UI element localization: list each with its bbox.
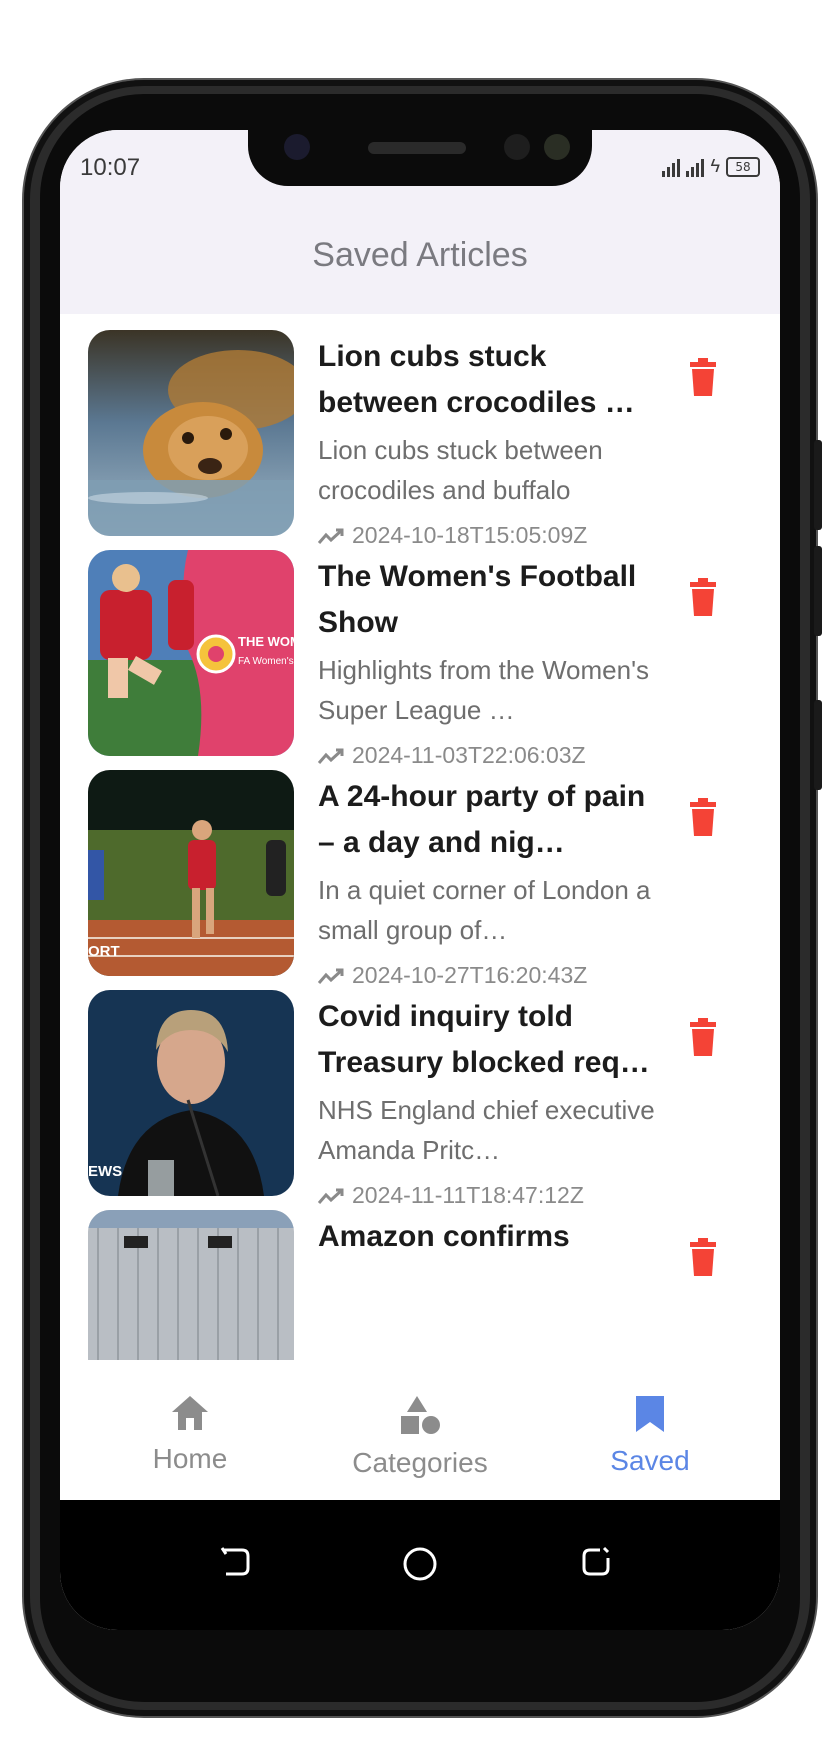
battery-icon: 58 — [726, 156, 760, 177]
nav-categories[interactable]: Categories — [310, 1394, 530, 1479]
delete-icon[interactable] — [688, 358, 718, 398]
article-thumbnail[interactable] — [88, 1210, 294, 1360]
article-title[interactable]: The Women's Football Show — [318, 554, 668, 646]
article-title[interactable]: A 24-hour party of pain – a day and nig… — [318, 774, 668, 866]
status-time: 10:07 — [80, 154, 141, 181]
bookmark-icon — [636, 1396, 664, 1432]
delete-icon[interactable] — [688, 1238, 718, 1278]
nav-saved[interactable]: Saved — [540, 1394, 760, 1477]
charging-icon: ϟ — [710, 156, 720, 176]
article-date-text: 2024-10-27T16:20:43Z — [352, 962, 588, 988]
delete-icon[interactable] — [688, 1018, 718, 1058]
article-thumbnail[interactable]: THE WOMEN'S FOOTBALL FA Women's — [88, 550, 294, 756]
article-date: 2024-10-27T16:20:43Z — [318, 962, 668, 989]
article-title[interactable]: Lion cubs stuck between crocodiles … — [318, 334, 668, 426]
app-screen: 10:07 ϟ 58 Saved Articles Lion cubs stuc… — [60, 130, 780, 1630]
article-date: 2024-10-18T15:05:09Z — [318, 522, 668, 549]
app-bar: 10:07 ϟ 58 Saved Articles — [60, 130, 780, 314]
saved-articles-list[interactable]: Lion cubs stuck between crocodiles … Lio… — [60, 314, 780, 1360]
article-date-text: 2024-10-18T15:05:09Z — [352, 522, 588, 548]
sensor-icon — [504, 134, 530, 160]
thumb-text: EWS — [88, 1163, 122, 1180]
secondary-camera-icon — [544, 134, 570, 160]
article-date: 2024-11-03T22:06:03Z — [318, 742, 668, 769]
page-title: Saved Articles — [312, 236, 528, 274]
nav-categories-label: Categories — [352, 1447, 488, 1478]
trending-icon — [318, 528, 344, 544]
article-thumbnail[interactable] — [88, 330, 294, 536]
article-date: 2024-11-11T18:47:12Z — [318, 1182, 668, 1209]
bottom-navigation: Home Categories Saved — [60, 1360, 780, 1500]
signal-icon — [662, 157, 681, 177]
article-item[interactable]: THE WOMEN'S FOOTBALL FA Women's The Wome… — [88, 550, 768, 770]
thumb-text: ORT — [88, 943, 120, 960]
article-item[interactable]: Amazon confirms — [88, 1210, 768, 1360]
status-icons: ϟ 58 — [662, 156, 760, 177]
trending-icon — [318, 1188, 344, 1204]
article-item[interactable]: ORT A 24-hour party of pain – a day and … — [88, 770, 768, 990]
article-item[interactable]: Lion cubs stuck between crocodiles … Lio… — [88, 330, 768, 550]
nav-home-label: Home — [152, 1443, 228, 1474]
front-camera-icon — [284, 134, 310, 160]
article-description: NHS England chief executive Amanda Pritc… — [318, 1095, 655, 1165]
nav-home[interactable]: Home — [80, 1394, 300, 1475]
recents-icon[interactable] — [580, 1546, 612, 1578]
power-button — [814, 700, 822, 790]
article-thumbnail[interactable]: ORT — [88, 770, 294, 976]
article-description: Lion cubs stuck between crocodiles and b… — [318, 435, 603, 505]
volume-down-button — [814, 546, 822, 636]
signal-icon-2 — [686, 157, 705, 177]
delete-icon[interactable] — [688, 578, 718, 618]
thumb-text: THE WOMEN'S FOOTBALL — [238, 634, 294, 649]
trending-icon — [318, 968, 344, 984]
trending-icon — [318, 748, 344, 764]
categories-icon — [401, 1396, 440, 1434]
article-title[interactable]: Amazon confirms — [318, 1214, 668, 1260]
earpiece-speaker — [368, 142, 466, 154]
article-item[interactable]: EWS Covid inquiry told Treasury blocked … — [88, 990, 768, 1210]
thumb-subtext: FA Women's — [238, 656, 294, 667]
nav-saved-label: Saved — [610, 1445, 690, 1476]
volume-up-button — [814, 440, 822, 530]
camera-notch — [248, 130, 592, 186]
article-date-text: 2024-11-11T18:47:12Z — [352, 1182, 584, 1208]
back-icon[interactable] — [220, 1546, 250, 1578]
home-icon — [172, 1396, 208, 1430]
article-title[interactable]: Covid inquiry told Treasury blocked req… — [318, 994, 668, 1086]
delete-icon[interactable] — [688, 798, 718, 838]
home-circle-icon[interactable] — [402, 1546, 438, 1582]
article-thumbnail[interactable]: EWS — [88, 990, 294, 1196]
article-date-text: 2024-11-03T22:06:03Z — [352, 742, 586, 768]
article-description: In a quiet corner of London a small grou… — [318, 875, 651, 945]
article-description: Highlights from the Women's Super League… — [318, 655, 650, 725]
system-navigation-bar — [60, 1500, 780, 1630]
